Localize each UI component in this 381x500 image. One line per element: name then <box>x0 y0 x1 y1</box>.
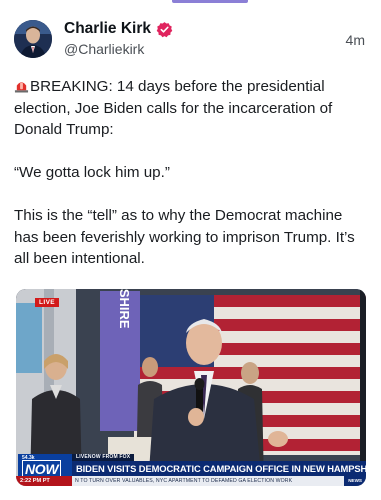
post-paragraph-2: “We gotta lock him up.” <box>14 164 170 181</box>
video-media[interactable]: MPSHIRE LIVE 54.3k NOW LIVENOW FROM FOX … <box>16 289 366 486</box>
post-paragraph-1-text: BREAKING: 14 days before the presidentia… <box>14 78 333 138</box>
post-paragraph-1: BREAKING: 14 days before the presidentia… <box>14 76 369 141</box>
post-paragraph-3: This is the “tell” as to why the Democra… <box>14 207 355 267</box>
news-ticker: 2:22 PM PT N TO TURN OVER VALUABLES, NYC… <box>16 476 366 486</box>
livenow-tag: LIVENOW FROM FOX <box>72 454 135 461</box>
now-label: NOW <box>22 460 62 478</box>
police-siren-icon <box>14 82 29 93</box>
campaign-sign-text: MPSHIRE <box>117 289 132 329</box>
verified-badge-icon <box>156 21 173 37</box>
post-header: Charlie Kirk @Charliekirk 4m <box>14 18 367 64</box>
ticker-logo: NEWS <box>344 476 366 486</box>
post-text: BREAKING: 14 days before the presidentia… <box>14 76 369 270</box>
ticker-time: 2:22 PM PT <box>16 476 72 486</box>
chyron-headline: BIDEN VISITS DEMOCRATIC CAMPAIGN OFFICE … <box>72 461 366 476</box>
news-chyron: 54.3k NOW LIVENOW FROM FOX BIDEN VISITS … <box>16 454 366 486</box>
ticker-text: N TO TURN OVER VALUABLES, NYC APARTMENT … <box>75 478 293 484</box>
live-badge: LIVE <box>35 298 60 307</box>
author-name[interactable]: Charlie Kirk <box>64 20 151 38</box>
avatar[interactable] <box>14 20 52 58</box>
author-handle[interactable]: @Charliekirk <box>64 41 173 57</box>
tab-indicator <box>172 0 248 3</box>
post-timestamp[interactable]: 4m <box>346 32 365 48</box>
chyron-top: LIVENOW FROM FOX <box>72 454 135 461</box>
